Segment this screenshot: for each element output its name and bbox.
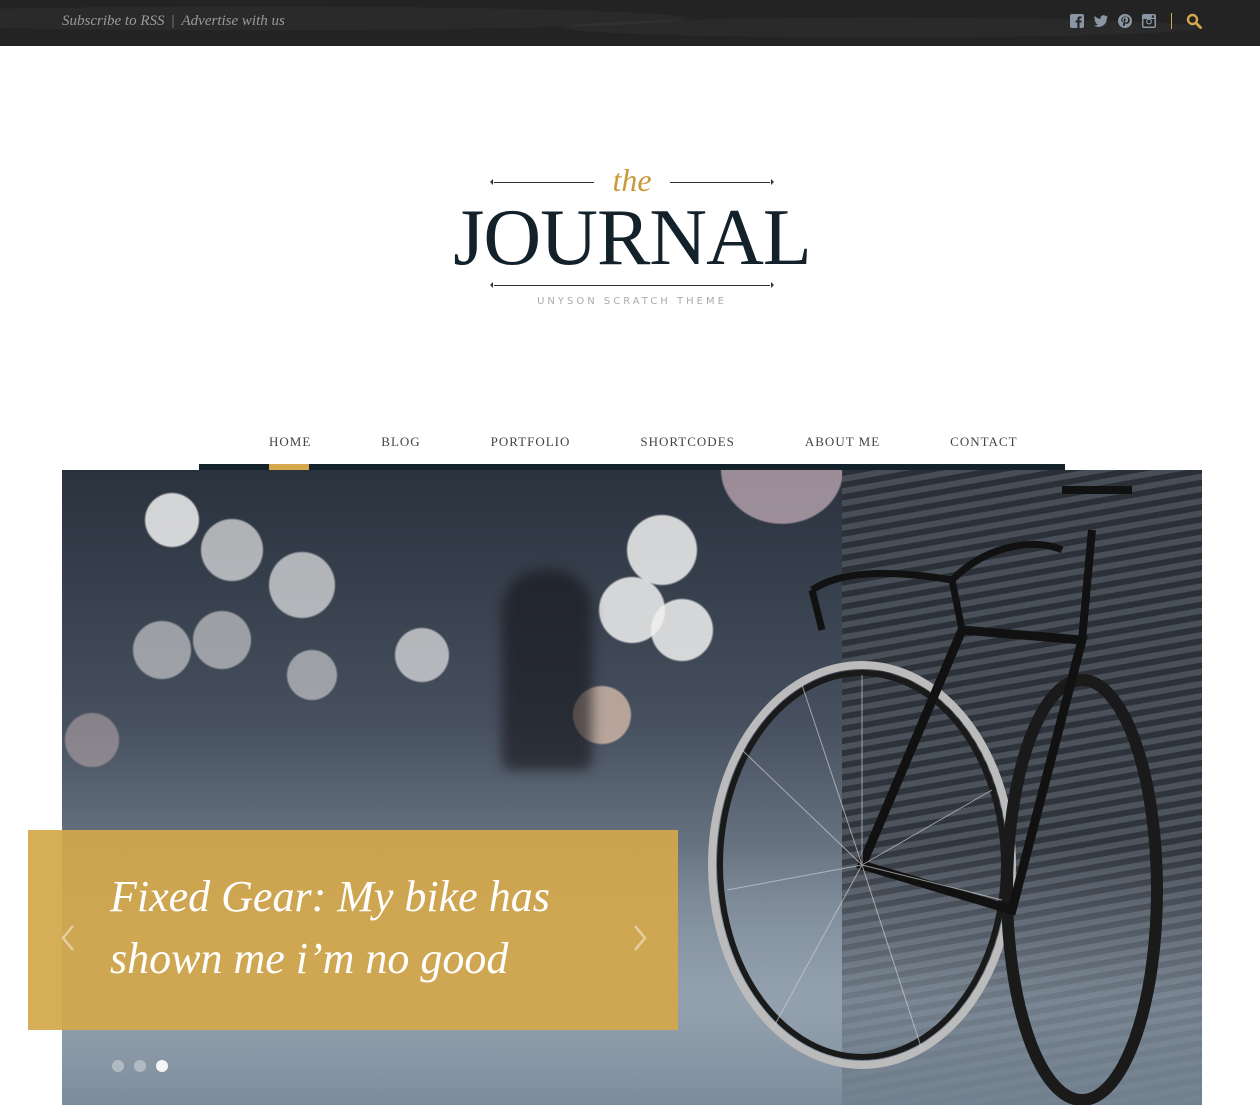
slider-dot-1[interactable] <box>112 1060 124 1072</box>
facebook-icon[interactable] <box>1069 13 1085 29</box>
nav-item-portfolio[interactable]: PORTFOLIO <box>491 434 571 450</box>
chevron-left-icon <box>61 925 74 951</box>
logo-rule-bottom <box>490 282 774 288</box>
logo-title: JOURNAL <box>453 194 811 282</box>
slide-caption[interactable]: Fixed Gear: My bike has shown me i’m no … <box>28 830 678 1030</box>
social-icons <box>1069 13 1202 29</box>
slide-title[interactable]: Fixed Gear: My bike has shown me i’m no … <box>110 866 570 990</box>
twitter-icon[interactable] <box>1093 13 1109 29</box>
logo-tagline: UNYSON SCRATCH THEME <box>537 296 727 307</box>
subscribe-rss-link[interactable]: Subscribe to RSS <box>62 13 165 30</box>
pinterest-icon[interactable] <box>1117 13 1133 29</box>
slider-dot-3[interactable] <box>156 1060 168 1072</box>
site-logo[interactable]: the JOURNAL UNYSON SCRATCH THEME <box>440 160 820 320</box>
blurred-figure <box>502 570 592 770</box>
bicycle-illustration <box>708 486 1163 1105</box>
slider-next-button[interactable] <box>628 918 652 958</box>
logo-rule-right <box>670 179 774 185</box>
instagram-icon[interactable] <box>1141 13 1157 29</box>
nav-item-shortcodes[interactable]: SHORTCODES <box>640 434 734 450</box>
link-separator: | <box>171 13 175 29</box>
top-bar: Subscribe to RSS | Advertise with us <box>0 0 1260 46</box>
chevron-right-icon <box>634 925 647 951</box>
slider-dot-2[interactable] <box>134 1060 146 1072</box>
search-icon[interactable] <box>1186 13 1202 29</box>
slider-prev-button[interactable] <box>56 918 80 958</box>
advertise-link[interactable]: Advertise with us <box>182 13 285 30</box>
nav-item-contact[interactable]: CONTACT <box>950 434 1017 450</box>
icon-separator <box>1171 13 1172 29</box>
top-links: Subscribe to RSS | Advertise with us <box>62 13 285 30</box>
slider-pagination <box>112 1060 168 1072</box>
nav-item-home[interactable]: HOME <box>269 434 311 450</box>
main-nav: HOME BLOG PORTFOLIO SHORTCODES ABOUT ME … <box>199 420 1065 470</box>
nav-item-blog[interactable]: BLOG <box>381 434 420 450</box>
nav-item-about-me[interactable]: ABOUT ME <box>805 434 880 450</box>
